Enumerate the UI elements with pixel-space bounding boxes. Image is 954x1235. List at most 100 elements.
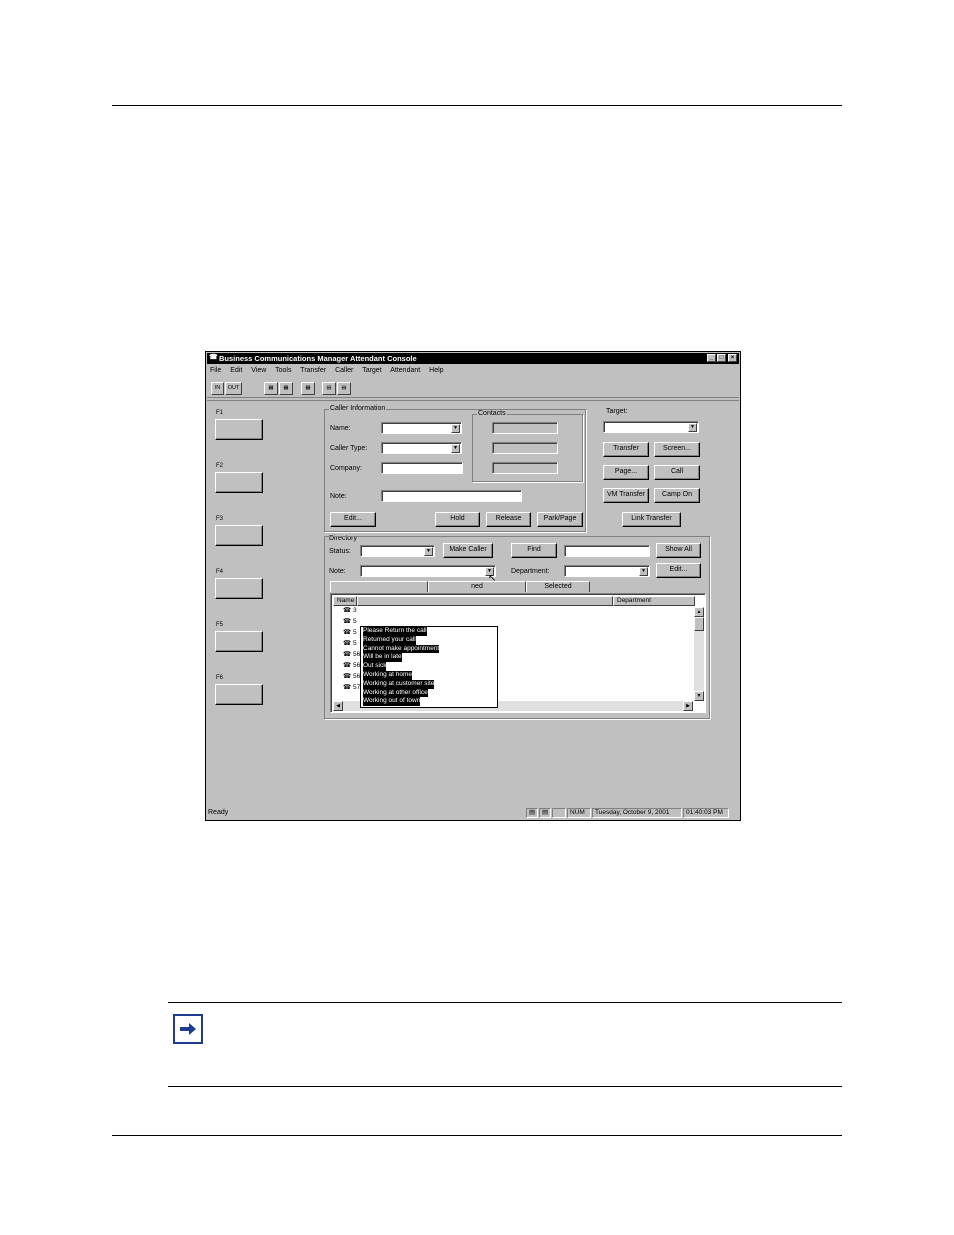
caller-type-label: Caller Type: <box>330 445 368 452</box>
phone-icon: ☎ <box>343 651 352 658</box>
chevron-down-icon[interactable]: ▼ <box>451 424 460 433</box>
dropdown-option[interactable]: Working at home <box>361 670 497 680</box>
menu-tools[interactable]: Tools <box>275 367 291 374</box>
status-bar: Ready ▤ ▤ NUM Tuesday, October 9, 2001 0… <box>207 807 739 819</box>
scroll-up-icon[interactable]: ▲ <box>694 607 704 617</box>
arrow-right-icon <box>173 1014 203 1044</box>
dropdown-option[interactable]: Returned your call <box>361 635 497 645</box>
f6-button[interactable] <box>215 684 263 705</box>
toolbar-icon-5[interactable]: ▤ <box>337 382 351 395</box>
caller-type-combobox[interactable]: ▼ <box>381 442 462 454</box>
menu-file[interactable]: File <box>210 367 221 374</box>
contact-field-1[interactable] <box>492 422 558 434</box>
menu-transfer[interactable]: Transfer <box>300 367 326 374</box>
company-field[interactable] <box>381 462 463 474</box>
note-label: Note: <box>330 493 347 500</box>
footer-rule <box>112 1135 842 1136</box>
scroll-down-icon[interactable]: ▼ <box>694 691 704 701</box>
target-combobox[interactable]: ▼ <box>603 421 699 433</box>
menu-attendant[interactable]: Attendant <box>390 367 420 374</box>
note-field[interactable] <box>381 490 522 502</box>
name-combobox[interactable]: ▼ <box>381 422 462 434</box>
column-department[interactable]: Department <box>613 596 695 606</box>
list-item[interactable]: ☎ 3 <box>343 607 357 615</box>
in-button[interactable]: IN <box>211 382 224 395</box>
dropdown-option[interactable]: Out sick <box>361 662 497 671</box>
status-ready: Ready <box>208 809 229 816</box>
column-extension[interactable] <box>357 596 613 606</box>
out-button[interactable]: OUT <box>225 382 242 395</box>
dropdown-option[interactable]: Working at other office <box>361 688 497 698</box>
f1-label: F1 <box>216 410 224 416</box>
mouse-cursor-icon: ↖ <box>488 573 497 584</box>
minimize-button[interactable]: _ <box>707 354 716 362</box>
f2-label: F2 <box>216 463 224 469</box>
menu-caller[interactable]: Caller <box>335 367 353 374</box>
list-item[interactable]: ☎ 5 <box>343 640 357 648</box>
target-label: Target: <box>606 408 628 415</box>
list-item[interactable]: ☎ 5 <box>343 618 357 626</box>
dropdown-option[interactable]: Working at customer site <box>361 679 497 689</box>
screen-button[interactable]: Screen... <box>654 442 700 457</box>
release-button[interactable]: Release <box>486 512 531 527</box>
company-label: Company: <box>330 465 362 472</box>
menu-edit[interactable]: Edit <box>230 367 242 374</box>
name-label: Name: <box>330 425 351 432</box>
menu-view[interactable]: View <box>251 367 266 374</box>
column-name[interactable]: Name <box>333 596 357 606</box>
dropdown-option[interactable]: Will be in late <box>361 653 497 663</box>
transfer-button[interactable]: Transfer <box>603 442 649 457</box>
status-num: NUM <box>567 808 591 818</box>
title-bar: ☎ Business Communications Manager Attend… <box>207 353 739 364</box>
note-bottom-rule <box>168 1086 842 1087</box>
maximize-button[interactable]: □ <box>717 354 726 362</box>
status-time: 01:40:03 PM <box>683 808 729 818</box>
dropdown-option[interactable]: Cannot make appointment <box>361 644 497 654</box>
f3-label: F3 <box>216 516 224 522</box>
client-area: F1 F2 F3 F4 F5 F6 Caller Information Nam… <box>207 400 739 808</box>
scroll-right-icon[interactable]: ▶ <box>683 701 693 711</box>
phone-icon: ☎ <box>209 354 218 361</box>
toolbar-icon-4[interactable]: ▤ <box>322 382 336 395</box>
park-page-button[interactable]: Park/Page <box>537 512 583 527</box>
chevron-down-icon[interactable]: ▼ <box>688 423 697 432</box>
note-dropdown-list[interactable]: Please Return the call Returned your cal… <box>360 626 498 708</box>
header-rule <box>112 105 842 106</box>
hold-button[interactable]: Hold <box>435 512 480 527</box>
vertical-scrollbar[interactable]: ▲ ▼ <box>694 607 704 701</box>
menu-help[interactable]: Help <box>429 367 443 374</box>
scroll-thumb[interactable] <box>694 617 704 631</box>
phone-icon: ☎ <box>343 673 352 680</box>
camp-on-button[interactable]: Camp On <box>654 488 700 503</box>
status-icon-2: ▤ <box>539 808 551 818</box>
close-button[interactable]: × <box>728 354 737 362</box>
menu-bar: File Edit View Tools Transfer Caller Tar… <box>210 366 451 376</box>
f4-button[interactable] <box>215 578 263 599</box>
link-transfer-button[interactable]: Link Transfer <box>622 512 681 527</box>
contact-field-3[interactable] <box>492 462 558 474</box>
list-item[interactable]: ☎ 5 <box>343 629 357 637</box>
phone-icon: ☎ <box>343 618 352 625</box>
toolbar-icon-3[interactable]: ▦ <box>301 382 315 395</box>
f2-button[interactable] <box>215 472 263 493</box>
f6-label: F6 <box>216 675 224 681</box>
dropdown-option[interactable]: Working out of town <box>361 697 497 707</box>
status-empty <box>552 808 566 818</box>
toolbar-icon-2[interactable]: ▦ <box>279 382 293 395</box>
f3-button[interactable] <box>215 525 263 546</box>
scroll-left-icon[interactable]: ◀ <box>333 701 343 711</box>
caller-edit-button[interactable]: Edit... <box>330 512 376 527</box>
toolbar-icon-1[interactable]: ▦ <box>264 382 278 395</box>
page-button[interactable]: Page... <box>603 465 649 480</box>
chevron-down-icon[interactable]: ▼ <box>451 444 460 453</box>
menu-target[interactable]: Target <box>362 367 381 374</box>
phone-icon: ☎ <box>343 629 352 636</box>
call-button[interactable]: Call <box>654 465 700 480</box>
caller-info-label: Caller Information <box>329 405 387 413</box>
f1-button[interactable] <box>215 419 263 440</box>
f5-button[interactable] <box>215 631 263 652</box>
vm-transfer-button[interactable]: VM Transfer <box>603 488 649 503</box>
window-title: Business Communications Manager Attendan… <box>219 354 417 363</box>
contact-field-2[interactable] <box>492 442 558 454</box>
dropdown-option[interactable]: Please Return the call <box>361 627 497 636</box>
